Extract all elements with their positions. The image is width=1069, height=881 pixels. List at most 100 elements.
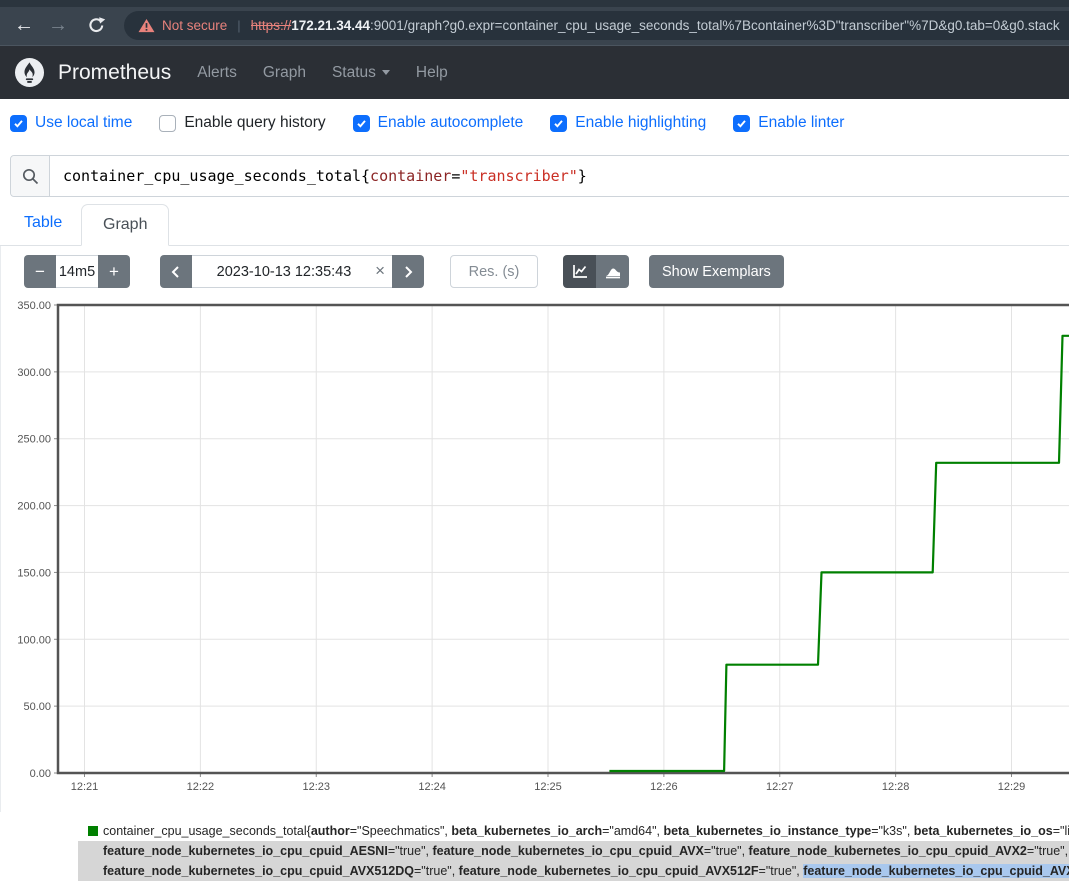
search-icon [22, 168, 39, 185]
time-forward-button[interactable] [392, 255, 424, 288]
nav-item-graph[interactable]: Graph [263, 64, 306, 82]
legend-text: author [311, 824, 350, 838]
option-label: Enable linter [758, 114, 844, 132]
browser-toolbar: ← → Not secure | https://172.21.34.44:90… [0, 0, 1069, 45]
tab-table[interactable]: Table [24, 214, 62, 232]
resolution-input[interactable] [450, 255, 538, 288]
browser-forward-button[interactable]: → [48, 15, 68, 35]
legend-line-2[interactable]: feature_node_kubernetes_io_cpu_cpuid_AES… [78, 841, 1069, 861]
time-back-button[interactable] [160, 255, 192, 288]
legend-line-3[interactable]: feature_node_kubernetes_io_cpu_cpuid_AVX… [78, 861, 1069, 881]
option-label: Use local time [35, 114, 132, 132]
x-axis-label: 12:26 [650, 781, 678, 793]
legend-text: feature_node_kubernetes_io_cpu_cpuid_AVX… [459, 864, 759, 878]
x-axis-label: 12:27 [766, 781, 794, 793]
nav-item-status[interactable]: Status [332, 64, 390, 82]
duration-stepper: − + [24, 255, 130, 288]
reload-icon [87, 16, 106, 35]
time-input[interactable] [192, 255, 392, 288]
legend-text: feature_node_kubernetes_io_cpu_cpuid_AES… [103, 844, 388, 858]
option-enable-autocomplete[interactable]: Enable autocomplete [353, 114, 524, 132]
promql-token-plain: container_cpu_usage_seconds_total{ [63, 167, 370, 185]
line-chart-icon [571, 263, 589, 280]
prometheus-logo-icon [14, 57, 45, 88]
x-axis-label: 12:21 [71, 781, 99, 793]
option-use-local-time[interactable]: Use local time [10, 114, 132, 132]
browser-reload-button[interactable] [86, 15, 106, 35]
not-secure-warning-icon [138, 18, 155, 33]
graph-panel[interactable]: 0.0050.00100.00150.00200.00250.00300.003… [0, 298, 1069, 800]
x-axis-label: 12:22 [187, 781, 215, 793]
legend-line-1[interactable]: container_cpu_usage_seconds_total{author… [78, 821, 1069, 841]
option-label: Enable autocomplete [378, 114, 524, 132]
legend-text: ="true", [414, 864, 459, 878]
navbar-links: Alerts Graph Status Help [197, 64, 474, 82]
series-color-swatch [88, 826, 98, 836]
option-label: Enable highlighting [575, 114, 706, 132]
legend-text: ="k3s", [871, 824, 914, 838]
option-enable-highlighting[interactable]: Enable highlighting [550, 114, 706, 132]
browser-back-button[interactable]: ← [14, 15, 34, 35]
duration-input[interactable] [56, 255, 98, 288]
x-axis-label: 12:28 [882, 781, 910, 793]
option-enable-linter[interactable]: Enable linter [733, 114, 844, 132]
line-chart-toggle-button[interactable] [563, 255, 596, 288]
stacked-chart-toggle-button[interactable] [596, 255, 629, 288]
option-enable-query-history[interactable]: Enable query history [159, 114, 325, 132]
omnibox-divider: | [237, 18, 240, 33]
promql-token-label: container [370, 167, 451, 185]
legend-text: feature_node_kubernetes_io_cpu_cpuid_AVX… [749, 844, 1027, 858]
y-axis-label: 250.00 [17, 434, 51, 446]
url-text[interactable]: https://172.21.34.44:9001/graph?g0.expr=… [251, 18, 1060, 33]
url-scheme: https:// [251, 18, 292, 33]
series-legend: container_cpu_usage_seconds_total{author… [78, 821, 1069, 881]
promql-token-plain: = [451, 167, 460, 185]
promql-token-string: "transcriber" [460, 167, 577, 185]
duration-decrease-button[interactable]: − [24, 255, 56, 288]
legend-text: beta_kubernetes_io_instance_type [663, 824, 871, 838]
legend-text-selected: feature_node_kubernetes_io_cpu_cpuid_AVX… [803, 864, 1069, 878]
chevron-right-icon [401, 265, 415, 279]
show-exemplars-button[interactable]: Show Exemplars [649, 255, 784, 288]
options-row: Use local time Enable query history Enable… [10, 114, 871, 132]
chart-type-toggle [563, 255, 629, 288]
cpu-usage-chart[interactable]: 0.0050.00100.00150.00200.00250.00300.003… [0, 298, 1069, 800]
legend-text: feature_node_kubernetes_io_cpu_cpuid_AVX… [103, 864, 414, 878]
nav-item-help[interactable]: Help [416, 64, 448, 82]
y-axis-label: 100.00 [17, 634, 51, 646]
checkbox-checked-icon[interactable] [353, 115, 370, 132]
time-picker: × [160, 255, 424, 288]
legend-text: beta_kubernetes_io_os [914, 824, 1053, 838]
x-axis-label: 12:23 [302, 781, 330, 793]
checkbox-unchecked-icon[interactable] [159, 115, 176, 132]
legend-text: ="true", [759, 864, 804, 878]
checkbox-checked-icon[interactable] [550, 115, 567, 132]
x-axis-label: 12:24 [418, 781, 446, 793]
legend-text: ="amd64", [602, 824, 663, 838]
legend-text: ="true", [1027, 844, 1069, 858]
x-axis-label: 12:29 [998, 781, 1026, 793]
time-clear-button[interactable]: × [375, 260, 385, 282]
nav-item-alerts[interactable]: Alerts [197, 64, 237, 82]
y-axis-label: 350.00 [17, 300, 51, 312]
chevron-left-icon [169, 265, 183, 279]
stacked-chart-icon [604, 263, 622, 280]
promql-expression-input[interactable]: container_cpu_usage_seconds_total{contai… [50, 156, 1069, 196]
caret-down-icon [382, 70, 390, 75]
checkbox-checked-icon[interactable] [10, 115, 27, 132]
not-secure-label: Not secure [162, 18, 227, 33]
plot-border [58, 305, 1069, 773]
result-tabs: Table Graph [0, 204, 1069, 246]
legend-text: ="true", [704, 844, 749, 858]
legend-text: ="linux", [1053, 824, 1069, 838]
checkbox-checked-icon[interactable] [733, 115, 750, 132]
duration-increase-button[interactable]: + [98, 255, 130, 288]
y-axis-label: 50.00 [23, 701, 51, 713]
x-axis-label: 12:25 [534, 781, 562, 793]
address-bar[interactable]: Not secure | https://172.21.34.44:9001/g… [124, 11, 1069, 40]
app-title[interactable]: Prometheus [58, 61, 171, 85]
url-path: :9001/graph?g0.expr=container_cpu_usage_… [370, 18, 1060, 33]
browser-top-strip [0, 0, 1069, 7]
legend-text: ="true", [388, 844, 433, 858]
tab-graph[interactable]: Graph [81, 204, 169, 246]
